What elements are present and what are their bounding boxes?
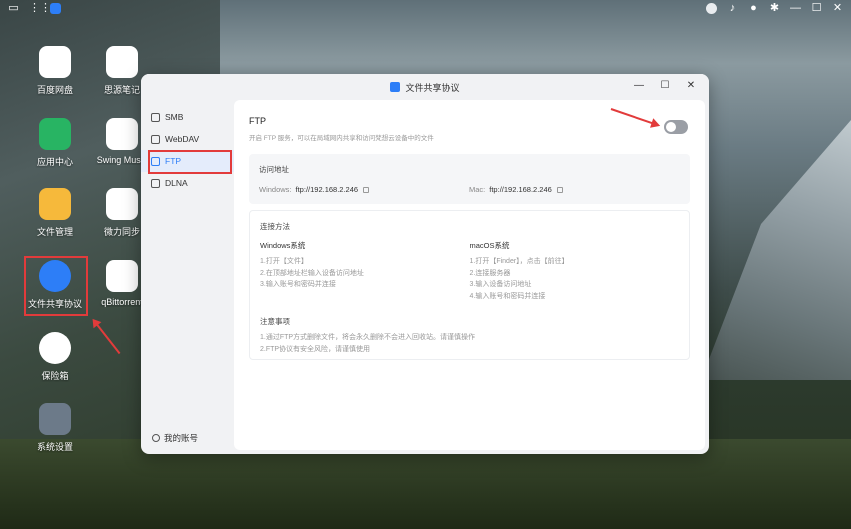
notice-item: 1.通过FTP方式删除文件，将会永久删除不会进入回收站。请谨慎操作 [260,334,476,341]
step-item: 1.打开【文件】 [260,258,308,265]
ftp-toggle-switch[interactable] [664,120,688,134]
mac-address-value: ftp://192.168.2.246 [489,185,552,194]
sidebar-item-label: DLNA [165,178,188,188]
monitor-icon[interactable]: ▭ [8,2,19,14]
window-close-button[interactable]: ✕ [685,80,697,91]
highlight-box [148,150,232,174]
settings-icon[interactable]: ✱ [769,2,780,14]
desktop-icon-app-center[interactable]: 应用中心 [20,118,90,168]
siyuan-note-icon [106,46,138,78]
file-share-icon [390,82,401,92]
desktop-icon-label: 应用中心 [36,157,73,167]
desktop-icon-file-manager[interactable]: 文件管理 [20,188,90,238]
connection-method-card: 连接方法 Windows系统 1.打开【文件】 2.在顶部地址栏输入设备访问地址… [249,210,690,360]
ftp-title: FTP [249,116,266,126]
webdav-icon [151,134,160,144]
grid-icon[interactable]: ⋮⋮ [29,2,51,14]
desktop-icon-safe[interactable]: 保险箱 [20,332,90,382]
system-settings-icon [39,403,71,435]
connection-method-title: 连接方法 [260,222,290,231]
user-icon[interactable]: ● [748,2,759,14]
step-item: 1.打开【Finder】，点击【前往】 [469,258,569,265]
windows-address-value: ftp://192.168.2.246 [295,185,359,194]
my-account-label: 我的账号 [164,433,199,443]
app-center-icon [39,118,71,150]
swing-music-icon [106,118,138,150]
maximize-icon[interactable]: ☐ [811,2,822,14]
copy-icon[interactable] [363,186,370,193]
desktop-icon-label: 保险箱 [41,371,69,381]
toggle-knob [666,122,676,132]
folder-icon [39,188,71,220]
window-minimize-button[interactable]: — [633,80,645,91]
verysync-icon [106,188,138,220]
desktop-icon-baidu[interactable]: 百度网盘 [20,46,90,96]
smb-icon [151,112,160,122]
top-bar: ▭ ⋮⋮ ♪ ● ✱ — ☐ ✕ [0,0,851,16]
minimize-icon[interactable]: — [790,2,801,14]
mac-steps-title: macOS系统 [469,241,510,250]
ftp-content-panel: FTP 开启 FTP 服务，可以在局域网内共享和访问梵想云设备中的文件 访问地址… [234,100,705,450]
dlna-icon [151,178,160,188]
app-icon[interactable] [50,2,61,14]
step-item: 2.在顶部地址栏输入设备访问地址 [260,269,364,277]
annotation-arrow [610,108,655,125]
my-account-link[interactable]: 我的账号 [152,432,198,444]
window-titlebar[interactable]: 文件共享协议 — ☐ ✕ [141,74,709,100]
close-icon[interactable]: ✕ [832,2,843,14]
account-circle-icon[interactable] [706,2,717,14]
step-item: 3.输入设备访问地址 [469,281,532,288]
desktop-icon-system-settings[interactable]: 系统设置 [20,403,90,453]
sidebar: SMB WebDAV FTP DLNA 我的账号 [141,100,234,454]
mac-steps: macOS系统 1.打开【Finder】，点击【前往】 2.连接服务器 3.输入… [470,240,680,302]
highlight-box [24,256,88,316]
access-address-title: 访问地址 [259,165,289,174]
sidebar-item-label: WebDAV [165,134,200,144]
desktop-icon-label: 系统设置 [36,442,73,452]
copy-icon[interactable] [556,186,563,193]
desktop-wallpaper-snow-peak [701,120,851,380]
qbittorrent-icon [106,260,138,292]
step-item: 3.输入账号和密码并连接 [260,281,336,288]
sidebar-item-dlna[interactable]: DLNA [141,172,234,194]
windows-steps: Windows系统 1.打开【文件】 2.在顶部地址栏输入设备访问地址 3.输入… [260,240,470,302]
step-item: 4.输入账号和密码并连接 [469,292,546,300]
notice-item: 2.FTP协议有安全风险，请谨慎使用 [260,345,371,353]
baidu-netdisk-icon [39,46,71,78]
safe-icon [39,332,71,364]
desktop-icon-label: 文件管理 [36,227,73,237]
file-share-window: 文件共享协议 — ☐ ✕ SMB WebDAV FTP DLNA 我的账号 FT… [141,74,709,454]
user-icon [152,434,160,442]
window-maximize-button[interactable]: ☐ [659,80,671,91]
sidebar-item-webdav[interactable]: WebDAV [141,128,234,150]
mac-address-key: Mac: [469,185,486,194]
windows-steps-title: Windows系统 [260,241,306,250]
bell-icon[interactable]: ♪ [727,2,738,14]
windows-address-key: Windows: [259,185,292,194]
access-address-card: 访问地址 Windows: ftp://192.168.2.246 Mac: f… [249,154,690,204]
sidebar-item-label: SMB [165,112,184,122]
step-item: 2.连接服务器 [469,269,511,277]
ftp-description: 开启 FTP 服务，可以在局域网内共享和访问梵想云设备中的文件 [249,135,434,142]
desktop-icon-label: 百度网盘 [36,85,73,95]
notice-title: 注意事项 [260,317,290,326]
window-title: 文件共享协议 [405,82,460,93]
sidebar-item-smb[interactable]: SMB [141,106,234,128]
